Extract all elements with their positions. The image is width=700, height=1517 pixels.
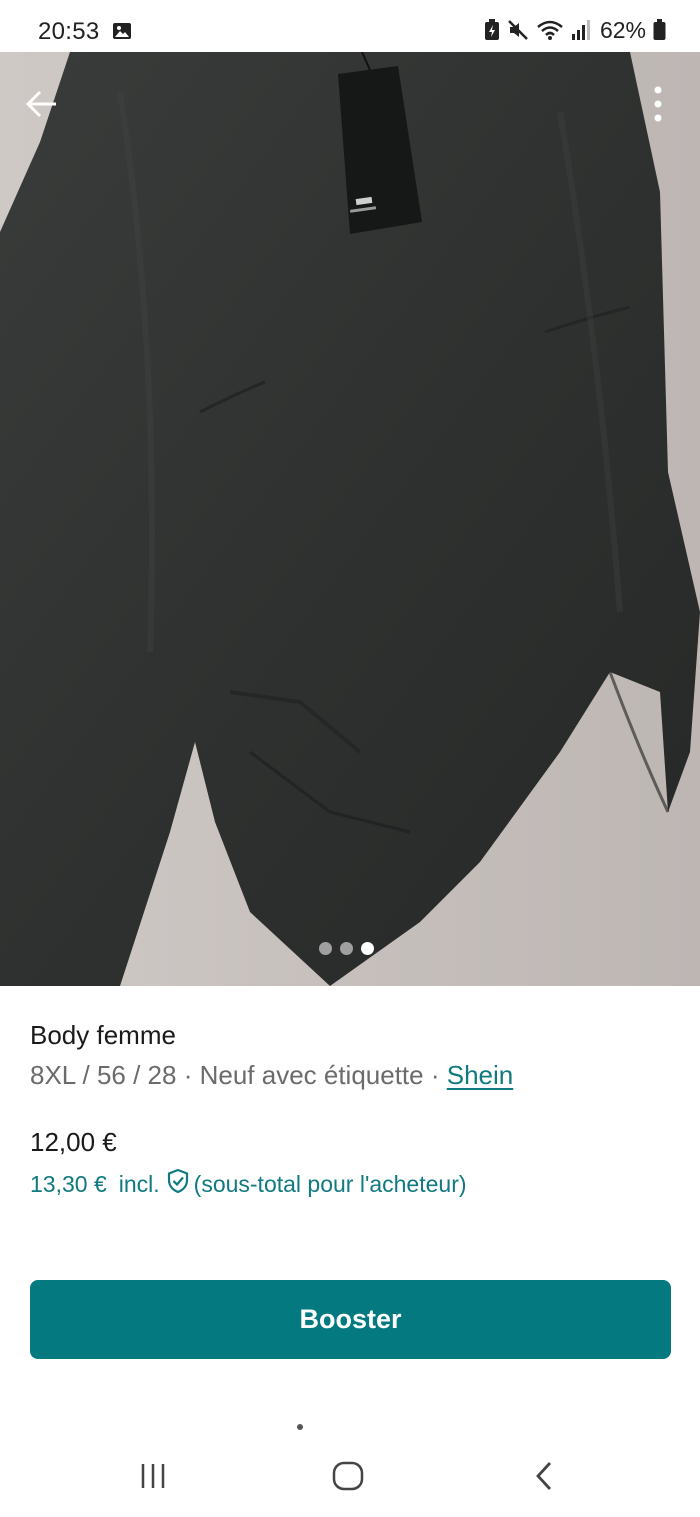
brand-link[interactable]: Shein	[447, 1060, 514, 1090]
signal-icon	[571, 19, 591, 41]
nav-back-button[interactable]	[520, 1456, 570, 1496]
booster-button[interactable]: Booster	[30, 1280, 671, 1359]
incl-label: incl.	[118, 1170, 160, 1197]
status-icons: 62%	[484, 16, 666, 44]
photo-pager	[319, 942, 374, 955]
item-meta-details: 8XL / 56 / 28 · Neuf avec étiquette ·	[30, 1060, 447, 1090]
shield-check-icon	[166, 1168, 190, 1200]
pager-dot[interactable]	[319, 942, 332, 955]
pager-dot-active[interactable]	[361, 942, 374, 955]
recent-apps-button[interactable]	[128, 1456, 178, 1496]
wifi-icon	[536, 19, 564, 41]
more-options-button[interactable]	[644, 84, 672, 124]
mute-icon	[507, 19, 529, 41]
buyer-price: 13,30 €	[30, 1170, 107, 1197]
item-price: 12,00 €	[30, 1127, 117, 1157]
battery-percent: 62%	[599, 16, 646, 43]
item-title: Body femme	[30, 1020, 176, 1050]
product-photo[interactable]	[0, 52, 700, 986]
home-button[interactable]	[323, 1456, 373, 1496]
incl-note: (sous-total pour l'acheteur)	[193, 1170, 467, 1197]
system-nav-bar	[0, 1436, 700, 1517]
buyer-price-row[interactable]: 13,30 € incl. (sous-total pour l'acheteu…	[30, 1168, 467, 1200]
more-vertical-icon	[654, 86, 662, 122]
arrow-left-icon	[25, 90, 56, 118]
back-icon	[536, 1462, 552, 1490]
status-time: 20:53	[38, 18, 100, 45]
battery-saver-icon	[484, 19, 500, 41]
pager-dot[interactable]	[340, 942, 353, 955]
item-meta: 8XL / 56 / 28 · Neuf avec étiquette · Sh…	[30, 1060, 513, 1091]
gallery-icon	[112, 22, 132, 40]
recent-apps-icon	[141, 1464, 165, 1488]
back-button[interactable]	[22, 84, 62, 124]
status-bar: 20:53 62%	[0, 0, 700, 52]
scroll-indicator	[297, 1424, 303, 1430]
home-icon	[332, 1461, 364, 1491]
battery-icon	[653, 19, 666, 41]
